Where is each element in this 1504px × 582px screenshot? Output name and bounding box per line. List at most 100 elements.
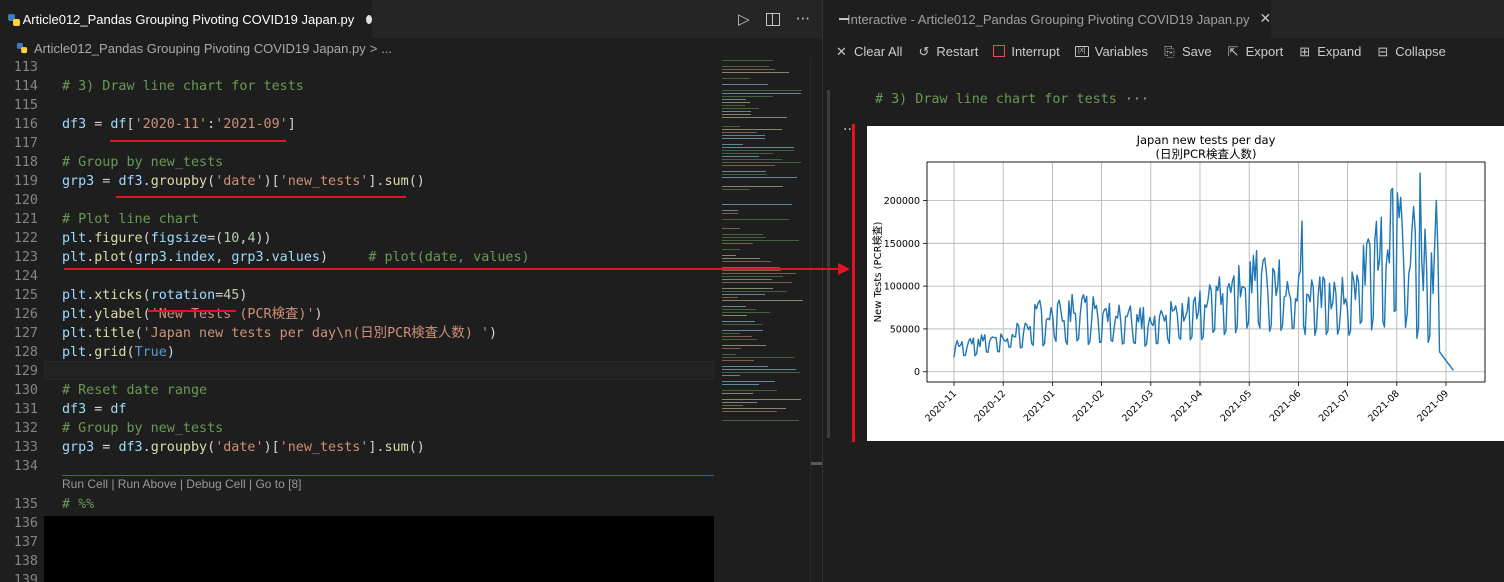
- x-tick-label: 2021-07: [1317, 388, 1353, 424]
- line-number: 115: [13, 98, 38, 113]
- minimap-line: [722, 249, 740, 250]
- code-line[interactable]: 139: [0, 571, 714, 582]
- code-text: # 3) Draw line chart for tests: [62, 79, 304, 94]
- code-text: plt.title('Japan new tests per day\n(日別P…: [62, 326, 498, 341]
- toolbar-label: Save: [1181, 43, 1212, 59]
- collapse-button[interactable]: ⊟ Collapse: [1376, 44, 1446, 59]
- x-tick-label: 2021-03: [1120, 388, 1156, 424]
- code-line[interactable]: 119 grp3 = df3.groupby('date')['new_tests…: [0, 172, 714, 191]
- close-tab-icon[interactable]: ✕: [1260, 11, 1272, 27]
- code-line[interactable]: 129: [0, 362, 714, 381]
- y-tick-label: 0: [914, 367, 920, 378]
- more-actions-icon[interactable]: ···: [796, 10, 810, 28]
- y-tick-label: 200000: [884, 196, 920, 207]
- minimap-line: [722, 366, 769, 367]
- code-line[interactable]: 113: [0, 58, 714, 77]
- minimap-line: [722, 354, 737, 355]
- code-line[interactable]: 136: [0, 514, 714, 533]
- code-line[interactable]: 128 plt.grid(True): [0, 343, 714, 362]
- code-line[interactable]: 127 plt.title('Japan new tests per day\n(…: [0, 324, 714, 343]
- line-number: 127: [13, 326, 38, 341]
- cell-input-preview[interactable]: # 3) Draw line chart for tests ···: [875, 92, 1149, 107]
- red-underline-slice: [110, 140, 286, 142]
- variables-button[interactable]: [x] Variables: [1074, 43, 1148, 59]
- minimap-line: [722, 105, 745, 106]
- code-line[interactable]: 125 plt.xticks(rotation=45): [0, 286, 714, 305]
- x-tick-label: 2021-05: [1218, 388, 1254, 424]
- code-line[interactable]: 130 # Reset date range: [0, 381, 714, 400]
- export-button[interactable]: ⇱ Export: [1227, 44, 1284, 59]
- minimap-line: [722, 255, 737, 256]
- minimap-line: [722, 162, 801, 163]
- interactive-tab-title: Interactive - Article012_Pandas Grouping…: [847, 11, 1250, 27]
- code-line[interactable]: 131 df3 = df: [0, 400, 714, 419]
- code-line[interactable]: 137: [0, 533, 714, 552]
- minimap-line: [722, 273, 797, 274]
- code-text: # Reset date range: [62, 383, 208, 398]
- interactive-scrollbar[interactable]: [827, 90, 830, 438]
- chart-title: Japan new tests per day: [1136, 133, 1276, 147]
- code-line[interactable]: 116 df3 = df['2020-11':'2021-09']: [0, 115, 714, 134]
- code-line[interactable]: 120: [0, 191, 714, 210]
- codelens-actions[interactable]: Run Cell | Run Above | Debug Cell | Go t…: [62, 477, 301, 491]
- minimap-line: [722, 210, 738, 211]
- breadcrumb-symbol[interactable]: ...: [381, 41, 392, 56]
- scrollbar-thumb[interactable]: [811, 462, 822, 465]
- python-file-icon: [16, 42, 28, 54]
- restart-button[interactable]: ↺ Restart: [917, 44, 978, 59]
- editor-scrollbar[interactable]: [810, 58, 822, 582]
- expand-button[interactable]: ⊞ Expand: [1298, 44, 1361, 59]
- code-line[interactable]: 114 # 3) Draw line chart for tests: [0, 77, 714, 96]
- code-line[interactable]: 121 # Plot line chart: [0, 210, 714, 229]
- code-line[interactable]: 122 plt.figure(figsize=(10,4)): [0, 229, 714, 248]
- y-tick-label: 50000: [890, 324, 920, 335]
- line-number: 114: [13, 79, 38, 94]
- minimap-line: [722, 114, 751, 115]
- interactive-tab[interactable]: Interactive - Article012_Pandas Grouping…: [823, 0, 1271, 38]
- code-line[interactable]: 135 # %%: [0, 495, 714, 514]
- minimap-line: [722, 372, 801, 373]
- code-text: df3 = df['2020-11':'2021-09']: [62, 117, 296, 132]
- line-number: 137: [13, 535, 38, 550]
- minimap-line: [722, 159, 782, 160]
- minimap-line: [722, 270, 782, 271]
- minimap-line: [722, 60, 774, 61]
- y-tick-label: 100000: [884, 282, 920, 293]
- code-text: grp3 = df3.groupby('date')['new_tests'].…: [62, 174, 425, 189]
- code-editor[interactable]: 113 114 # 3) Draw line chart for tests 115 1…: [0, 58, 714, 582]
- run-icon[interactable]: ▷: [738, 10, 750, 28]
- cell-input-ellipsis: ···: [1124, 92, 1150, 107]
- export-icon: ⇱: [1227, 43, 1239, 59]
- code-line[interactable]: 132 # Group by new_tests: [0, 419, 714, 438]
- code-line[interactable]: 126 plt.ylabel('New Tests (PCR検査)'): [0, 305, 714, 324]
- code-line[interactable]: 118 # Group by new_tests: [0, 153, 714, 172]
- expand-icon: ⊞: [1299, 43, 1311, 59]
- minimap-line: [722, 237, 766, 238]
- code-line[interactable]: 115: [0, 96, 714, 115]
- code-line[interactable]: 138: [0, 552, 714, 571]
- code-line[interactable]: 117: [0, 134, 714, 153]
- save-button[interactable]: ⎘ Save: [1163, 43, 1212, 59]
- toolbar-label: Variables: [1094, 43, 1148, 59]
- minimap-line: [722, 384, 759, 385]
- unsaved-dot-icon[interactable]: [366, 15, 372, 24]
- interrupt-icon: [993, 45, 1006, 57]
- code-line[interactable]: 133 grp3 = df3.groupby('date')['new_tests…: [0, 438, 714, 457]
- code-line[interactable]: 134: [0, 457, 714, 476]
- split-editor-icon[interactable]: [765, 12, 780, 26]
- minimap-line: [722, 345, 766, 346]
- x-tick-label: 2021-08: [1366, 388, 1402, 424]
- interrupt-button[interactable]: Interrupt: [993, 44, 1060, 59]
- breadcrumb-separator: >: [369, 40, 378, 56]
- code-line[interactable]: 123 plt.plot(grp3.index, grp3.values) # p…: [0, 248, 714, 267]
- breadcrumb-file[interactable]: Article012_Pandas Grouping Pivoting COVI…: [34, 41, 366, 56]
- minimap-line: [722, 102, 751, 103]
- y-axis-label: New Tests (PCR検査): [871, 221, 884, 322]
- minimap[interactable]: [714, 58, 810, 582]
- minimap-line: [722, 306, 746, 307]
- clear-all-button[interactable]: ✕ Clear All: [835, 44, 902, 59]
- line-number: 117: [13, 136, 38, 151]
- close-icon: ✕: [836, 43, 847, 59]
- minimap-line: [722, 135, 765, 136]
- editor-tab[interactable]: Article012_Pandas Grouping Pivoting COVI…: [0, 0, 372, 38]
